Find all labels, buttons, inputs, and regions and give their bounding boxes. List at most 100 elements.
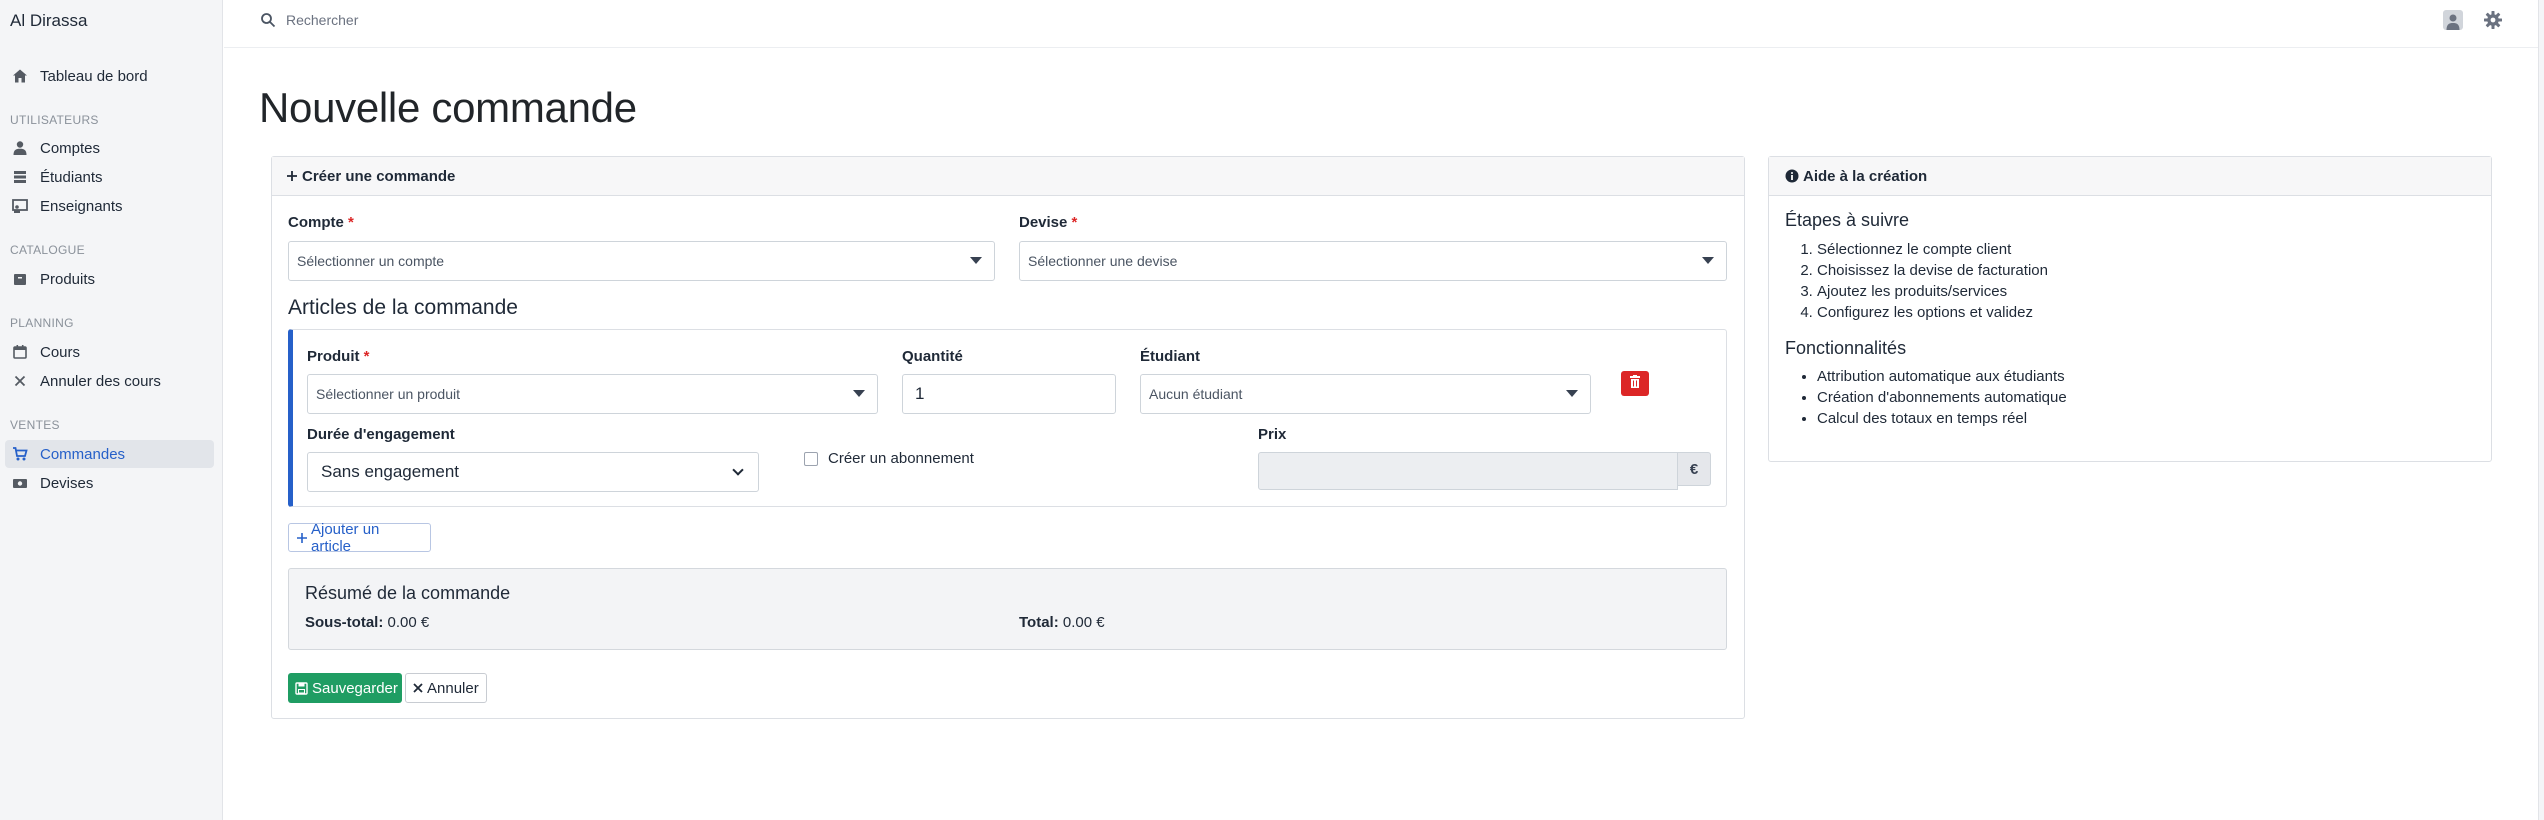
sidebar-item-accounts[interactable]: Comptes — [5, 134, 214, 162]
sidebar-item-orders[interactable]: Commandes — [5, 440, 214, 468]
step-item: Configurez les options et validez — [1817, 302, 2048, 323]
features-title: Fonctionnalités — [1785, 338, 1907, 358]
chalkboard-icon — [12, 198, 28, 214]
features-list: Attribution automatique aux étudiants Cr… — [1817, 366, 2067, 429]
sidebar-item-cancel-courses[interactable]: Annuler des cours — [5, 367, 214, 395]
card-title: Créer une commande — [302, 167, 456, 185]
product-label: Produit * — [307, 348, 370, 365]
home-icon — [12, 68, 28, 84]
add-article-label: Ajouter un article — [311, 520, 380, 555]
cancel-label: Annuler — [427, 679, 479, 697]
summary-title: Résumé de la commande — [305, 583, 511, 603]
sidebar-item-label: Produits — [40, 270, 96, 288]
money-icon — [12, 475, 28, 491]
section-sales: VENTES — [10, 418, 60, 432]
price-label: Prix — [1258, 426, 1287, 443]
plus-icon — [296, 532, 308, 544]
subtotal: Sous-total: 0.00 € — [305, 614, 429, 631]
step-item: Choisissez la devise de facturation — [1817, 260, 2048, 281]
add-article-button[interactable]: Ajouter un article — [288, 520, 431, 555]
order-summary — [288, 568, 1727, 650]
students-icon — [12, 169, 28, 185]
duration-select[interactable]: Sans engagement — [307, 452, 759, 492]
sidebar: Al Dirassa Tableau de bord UTILISATEURS … — [0, 0, 223, 820]
total: Total: 0.00 € — [1019, 614, 1105, 631]
sidebar-item-label: Commandes — [40, 445, 126, 463]
sidebar-item-currencies[interactable]: Devises — [5, 469, 214, 497]
brand-name[interactable]: Al Dirassa — [10, 11, 87, 31]
account-select-value: Sélectionner un compte — [297, 253, 445, 269]
section-planning: PLANNING — [10, 316, 74, 330]
cart-icon — [12, 446, 28, 462]
close-icon — [413, 683, 423, 693]
duration-label: Durée d'engagement — [307, 426, 455, 443]
feature-item: Calcul des totaux en temps réel — [1817, 408, 2067, 429]
product-select-value: Sélectionner un produit — [316, 386, 460, 402]
student-select[interactable]: Aucun étudiant — [1140, 374, 1591, 414]
sidebar-item-label: Devises — [40, 474, 94, 492]
subtotal-label: Sous-total: — [305, 614, 384, 631]
chevron-down-icon — [970, 257, 982, 264]
sidebar-item-teachers[interactable]: Enseignants — [5, 192, 214, 220]
subscription-checkbox[interactable] — [804, 452, 818, 466]
currency-select[interactable]: Sélectionner une devise — [1019, 241, 1727, 281]
sidebar-item-label: Comptes — [40, 139, 101, 157]
user-icon — [12, 140, 28, 156]
delete-article-button[interactable] — [1621, 371, 1649, 396]
user-avatar-icon[interactable] — [2443, 10, 2463, 30]
sidebar-item-dashboard[interactable]: Tableau de bord — [5, 62, 214, 90]
search-input[interactable] — [286, 8, 686, 32]
page-title: Nouvelle commande — [259, 84, 637, 131]
gear-icon[interactable] — [2483, 10, 2503, 30]
chevron-down-icon — [1566, 390, 1578, 397]
duration-select-value: Sans engagement — [321, 462, 459, 481]
scrollbar-track[interactable] — [2538, 0, 2544, 820]
total-label: Total: — [1019, 614, 1059, 631]
section-catalog: CATALOGUE — [10, 243, 85, 257]
help-card-title: Aide à la création — [1803, 167, 1928, 185]
trash-icon — [1629, 374, 1641, 393]
sidebar-item-label: Enseignants — [40, 197, 123, 215]
price-input — [1258, 452, 1678, 490]
subscription-label[interactable]: Créer un abonnement — [828, 450, 974, 467]
feature-item: Attribution automatique aux étudiants — [1817, 366, 2067, 387]
student-select-value: Aucun étudiant — [1149, 386, 1243, 402]
subtotal-value: 0.00 € — [387, 614, 430, 631]
card-header: Créer une commande — [272, 157, 1744, 196]
chevron-down-icon — [853, 390, 865, 397]
euro-addon: € — [1677, 452, 1711, 486]
cancel-button[interactable]: Annuler — [405, 673, 487, 703]
student-label: Étudiant — [1140, 348, 1200, 365]
sidebar-item-products[interactable]: Produits — [5, 265, 214, 293]
account-label: Compte * — [288, 214, 354, 231]
steps-list: Sélectionnez le compte client Choisissez… — [1817, 239, 2048, 323]
product-select[interactable]: Sélectionner un produit — [307, 374, 878, 414]
sidebar-item-label: Tableau de bord — [40, 67, 148, 85]
quantity-label: Quantité — [902, 348, 963, 365]
articles-title: Articles de la commande — [288, 296, 518, 319]
sidebar-item-label: Étudiants — [40, 168, 103, 186]
steps-title: Étapes à suivre — [1785, 210, 1910, 230]
section-users: UTILISATEURS — [10, 113, 99, 127]
box-icon — [12, 271, 28, 287]
feature-item: Création d'abonnements automatique — [1817, 387, 2067, 408]
save-label: Sauvegarder — [312, 679, 398, 697]
quantity-input[interactable] — [902, 374, 1116, 414]
sidebar-item-courses[interactable]: Cours — [5, 338, 214, 366]
top-bar — [224, 0, 2538, 48]
currency-label: Devise * — [1019, 214, 1078, 231]
currency-select-value: Sélectionner une devise — [1028, 253, 1178, 269]
plus-icon — [286, 170, 298, 182]
help-card-header: Aide à la création — [1769, 157, 2491, 196]
step-item: Ajoutez les produits/services — [1817, 281, 2048, 302]
step-item: Sélectionnez le compte client — [1817, 239, 2048, 260]
account-select[interactable]: Sélectionner un compte — [288, 241, 995, 281]
chevron-down-icon — [732, 464, 744, 476]
chevron-down-icon — [1702, 257, 1714, 264]
sidebar-item-students[interactable]: Étudiants — [5, 163, 214, 191]
x-icon — [12, 373, 28, 389]
sidebar-item-label: Cours — [40, 343, 81, 361]
save-icon — [295, 681, 308, 695]
sidebar-item-label: Annuler des cours — [40, 372, 161, 390]
save-button[interactable]: Sauvegarder — [288, 673, 402, 703]
